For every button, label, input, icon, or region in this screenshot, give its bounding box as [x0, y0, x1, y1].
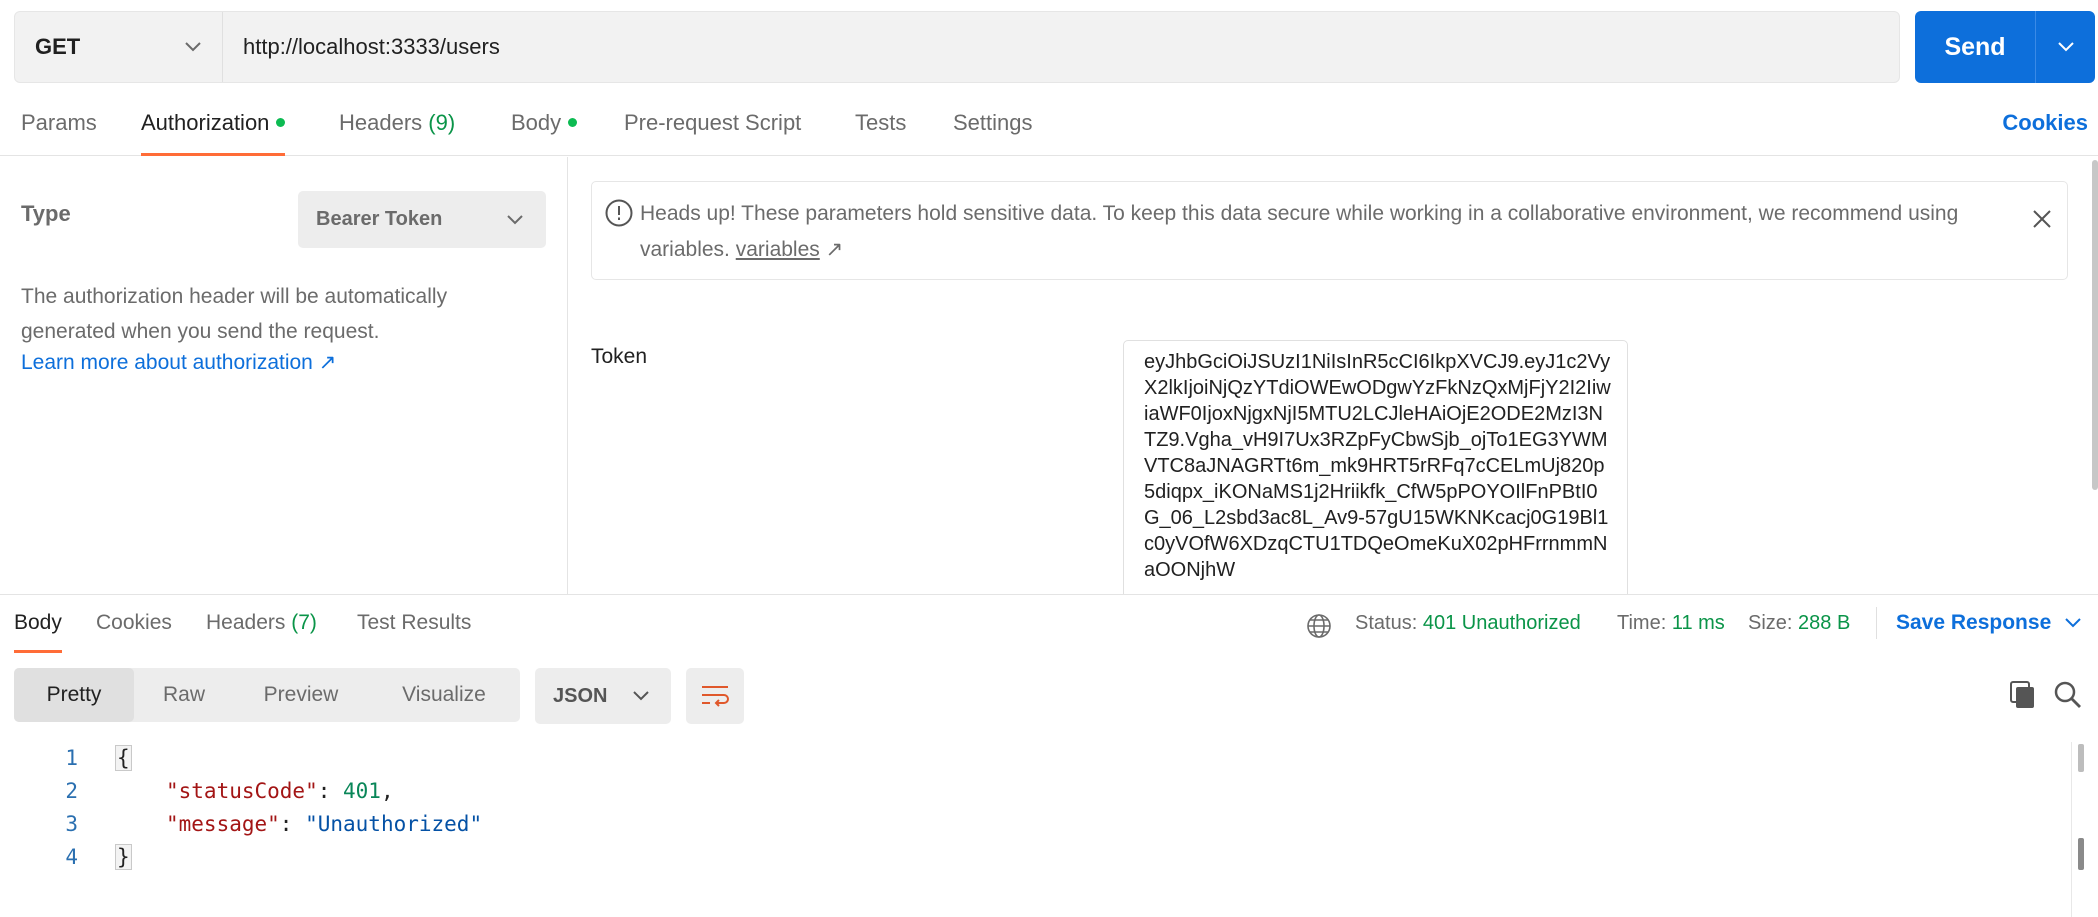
method-label: GET	[35, 34, 81, 59]
headers-count: (9)	[428, 110, 456, 135]
modified-dot	[568, 117, 578, 127]
line-number: 3	[65, 812, 78, 836]
tab-authorization-label: Authorization	[141, 110, 270, 135]
response-tab-headers-label: Headers	[206, 611, 286, 634]
json-key: "message"	[166, 812, 280, 836]
tab-prerequest-label: Pre-request Script	[624, 110, 802, 135]
json-value: "Unauthorized"	[305, 812, 483, 836]
view-preview-button[interactable]: Preview	[234, 668, 368, 722]
code-line: 3 "message": "Unauthorized"	[0, 808, 482, 840]
close-icon[interactable]	[2031, 208, 2053, 230]
tab-params[interactable]: Params	[21, 110, 97, 156]
copy-icon[interactable]	[2009, 680, 2037, 710]
auth-scrollbar[interactable]	[2092, 160, 2098, 490]
response-tab-body[interactable]: Body	[14, 611, 62, 653]
response-tab-cookies[interactable]: Cookies	[96, 611, 172, 653]
auth-details-panel: Heads up! These parameters hold sensitiv…	[569, 157, 2098, 594]
response-body-editor[interactable]: 1 { 2 "statusCode": 401, 3 "message": "U…	[0, 742, 2070, 917]
external-link-icon: ↗	[825, 238, 844, 261]
banner-text: Heads up! These parameters hold sensitiv…	[640, 196, 1970, 268]
view-raw-button[interactable]: Raw	[134, 668, 234, 722]
status-value: 401 Unauthorized	[1422, 612, 1581, 634]
modified-dot	[276, 117, 286, 127]
method-select[interactable]: GET	[15, 12, 223, 82]
chevron-down-icon	[507, 214, 523, 224]
response-size: Size: 288 B	[1748, 612, 1850, 635]
send-button-group: Send	[1915, 11, 2095, 83]
json-key: "statusCode"	[166, 779, 318, 803]
sensitive-data-banner: Heads up! These parameters hold sensitiv…	[591, 181, 2068, 280]
code-scrollbar-marker	[2078, 744, 2084, 772]
code-scrollbar-track	[2071, 742, 2098, 917]
token-label: Token	[591, 345, 648, 368]
view-visualize-button[interactable]: Visualize	[368, 668, 520, 722]
chevron-down-icon	[2065, 618, 2081, 628]
tab-prerequest-script[interactable]: Pre-request Script	[624, 110, 801, 156]
size-value: 288 B	[1798, 612, 1851, 634]
response-tab-headers[interactable]: Headers (7)	[206, 611, 317, 653]
request-bar: GET http://localhost:3333/users	[14, 11, 1900, 83]
meta-divider	[1876, 607, 1877, 639]
tab-body[interactable]: Body	[511, 110, 578, 156]
time-value: 11 ms	[1671, 612, 1725, 634]
code-scrollbar-thumb[interactable]	[2078, 838, 2084, 870]
learn-more-link[interactable]: Learn more about authorization ↗	[21, 350, 336, 375]
globe-icon[interactable]	[1306, 613, 1332, 639]
code-line: 1 {	[0, 742, 132, 774]
tab-headers-label: Headers	[339, 110, 423, 135]
tab-settings-label: Settings	[953, 110, 1033, 135]
type-label: Type	[21, 201, 71, 226]
wrap-lines-icon	[702, 686, 729, 707]
wrap-lines-button[interactable]	[686, 668, 744, 724]
view-mode-group: Pretty Raw Preview Visualize	[14, 668, 520, 722]
tab-headers[interactable]: Headers (9)	[339, 110, 455, 156]
response-status: Status: 401 Unauthorized	[1355, 612, 1581, 635]
info-icon	[605, 199, 633, 227]
size-label: Size:	[1748, 612, 1793, 634]
tab-body-label: Body	[511, 110, 562, 135]
chevron-down-icon	[633, 691, 649, 701]
auth-type-panel: Type Bearer Token The authorization head…	[0, 157, 568, 594]
variables-link[interactable]: variables	[736, 238, 820, 261]
line-number: 4	[65, 845, 78, 869]
code-line: 2 "statusCode": 401,	[0, 775, 393, 807]
time-label: Time:	[1617, 612, 1667, 634]
code-line: 4 }	[0, 841, 132, 873]
request-tabs: Params Authorization Headers (9) Body Pr…	[0, 100, 2098, 156]
search-icon[interactable]	[2053, 680, 2083, 710]
response-tab-test-results[interactable]: Test Results	[357, 611, 471, 653]
chevron-down-icon	[185, 42, 201, 52]
line-number: 2	[65, 779, 78, 803]
save-response-label: Save Response	[1896, 611, 2052, 634]
url-text: http://localhost:3333/users	[243, 34, 500, 59]
open-brace: {	[115, 745, 132, 771]
auth-type-value: Bearer Token	[316, 208, 443, 230]
send-button[interactable]: Send	[1915, 11, 2036, 83]
view-pretty-button[interactable]: Pretty	[14, 668, 134, 722]
auth-description: The authorization header will be automat…	[21, 285, 448, 343]
tab-tests-label: Tests	[855, 110, 907, 135]
auth-type-select[interactable]: Bearer Token	[298, 191, 546, 248]
token-input[interactable]: eyJhbGciOiJSUzI1NiIsInR5cCI6IkpXVCJ9.eyJ…	[1123, 340, 1628, 594]
response-time: Time: 11 ms	[1617, 612, 1725, 635]
response-tabs: Body Cookies Headers (7) Test Results St…	[0, 594, 2098, 653]
format-value: JSON	[553, 684, 608, 707]
line-number: 1	[65, 746, 78, 770]
tab-tests[interactable]: Tests	[855, 110, 906, 156]
status-label: Status:	[1355, 612, 1418, 634]
cookies-link[interactable]: Cookies	[2002, 110, 2088, 136]
response-headers-count: (7)	[291, 611, 317, 634]
tab-authorization[interactable]: Authorization	[141, 110, 286, 156]
format-select[interactable]: JSON	[535, 668, 671, 724]
tab-params-label: Params	[21, 110, 97, 135]
send-options-button[interactable]	[2036, 11, 2095, 83]
save-response-button[interactable]: Save Response	[1896, 611, 2081, 635]
json-value: 401	[343, 779, 381, 803]
chevron-down-icon	[2057, 42, 2074, 52]
tab-settings[interactable]: Settings	[953, 110, 1033, 156]
url-input[interactable]: http://localhost:3333/users	[223, 12, 1899, 82]
close-brace: }	[115, 844, 132, 870]
